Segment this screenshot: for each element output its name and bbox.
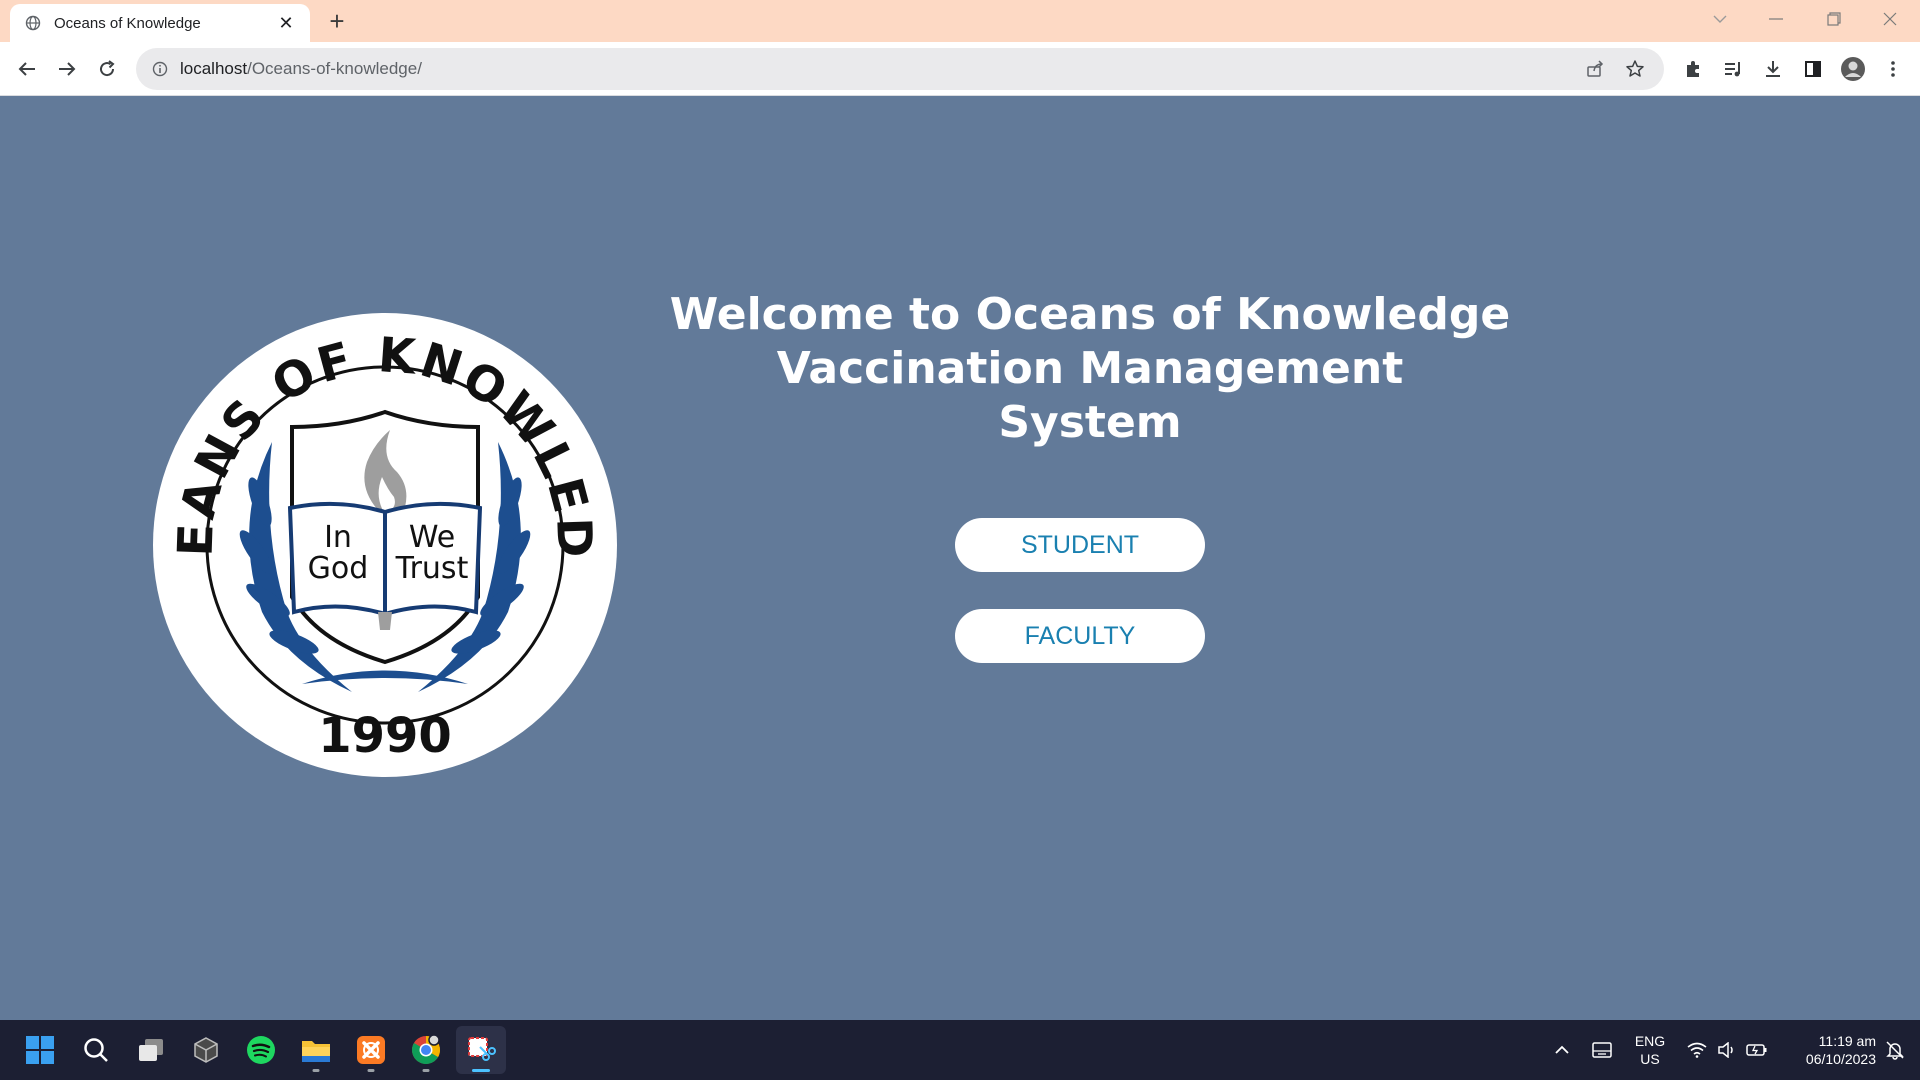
page-body: OCEANS OF KNOWLEDGE In (0, 96, 1920, 1020)
touch-keyboard-icon[interactable] (1586, 1032, 1618, 1068)
seal-year: 1990 (318, 708, 452, 764)
region-code: US (1640, 1051, 1660, 1067)
address-bar[interactable]: localhost/Oceans-of-knowledge/ (136, 48, 1664, 90)
faculty-button[interactable]: FACULTY (955, 609, 1205, 663)
task-view-icon[interactable] (126, 1026, 176, 1074)
clock-date: 06/10/2023 (1805, 1051, 1876, 1067)
chrome-icon[interactable] (401, 1026, 451, 1074)
language-code: ENG (1634, 1033, 1666, 1049)
address-url: localhost/Oceans-of-knowledge/ (180, 59, 1570, 79)
book-text-we: We (409, 520, 455, 555)
clock-time: 11:19 am (1818, 1033, 1876, 1049)
student-button[interactable]: STUDENT (955, 518, 1205, 572)
chevron-up-icon[interactable] (1546, 1032, 1578, 1068)
search-icon[interactable] (71, 1026, 121, 1074)
book-text-trust: Trust (395, 551, 469, 586)
app-cube-icon[interactable] (181, 1026, 231, 1074)
windows-start-icon[interactable] (15, 1026, 65, 1074)
extensions-puzzle-icon[interactable] (1678, 54, 1708, 84)
url-path: /Oceans-of-knowledge/ (247, 59, 422, 78)
close-window-icon[interactable] (1862, 0, 1918, 38)
browser-tab[interactable]: Oceans of Knowledge ✕ (10, 4, 310, 42)
language-indicator[interactable]: ENG US (1628, 1032, 1672, 1068)
volume-icon[interactable] (1712, 1032, 1742, 1068)
forward-arrow-icon[interactable] (52, 54, 82, 84)
site-info-icon[interactable] (150, 59, 170, 79)
page-title: Welcome to Oceans of Knowledge Vaccinati… (640, 288, 1540, 450)
minimize-icon[interactable] (1748, 0, 1804, 38)
running-indicator (312, 1069, 320, 1072)
url-host: localhost (180, 59, 248, 78)
share-icon[interactable] (1580, 54, 1610, 84)
globe-icon (24, 14, 42, 32)
notification-bell-icon[interactable] (1880, 1032, 1910, 1068)
wifi-icon[interactable] (1682, 1032, 1712, 1068)
bookmark-star-icon[interactable] (1620, 54, 1650, 84)
browser-toolbar: localhost/Oceans-of-knowledge/ (0, 42, 1920, 96)
title-line-1: Welcome to Oceans of Knowledge (669, 289, 1511, 340)
tab-title: Oceans of Knowledge (54, 14, 201, 32)
snipping-tool-icon[interactable] (456, 1026, 506, 1074)
back-arrow-icon[interactable] (12, 54, 42, 84)
spotify-icon[interactable] (236, 1026, 286, 1074)
title-line-2: Vaccination Management (776, 343, 1404, 394)
school-seal-logo: OCEANS OF KNOWLEDGE In (152, 312, 617, 777)
book-text-god: God (308, 551, 369, 586)
profile-avatar[interactable] (1838, 54, 1868, 84)
title-line-3: System (998, 397, 1182, 448)
side-panel-icon[interactable] (1798, 54, 1828, 84)
new-tab-button[interactable]: + (322, 6, 352, 36)
download-icon[interactable] (1758, 54, 1788, 84)
restore-icon[interactable] (1806, 0, 1862, 38)
reading-list-icon[interactable] (1718, 54, 1748, 84)
system-clock[interactable]: 11:19 am 06/10/2023 (1778, 1032, 1876, 1068)
windows-taskbar: ENG US 11:19 am 06/10/2023 (0, 1020, 1920, 1080)
running-indicator (367, 1069, 375, 1072)
battery-icon[interactable] (1742, 1032, 1772, 1068)
xampp-icon[interactable] (346, 1026, 396, 1074)
active-indicator (472, 1069, 490, 1072)
running-indicator (422, 1069, 430, 1072)
close-tab-icon[interactable]: ✕ (276, 13, 296, 34)
book-text-in: In (324, 520, 352, 555)
kebab-menu-icon[interactable] (1878, 54, 1908, 84)
tab-search-icon[interactable] (1692, 0, 1748, 38)
file-explorer-icon[interactable] (291, 1026, 341, 1074)
browser-tabstrip: Oceans of Knowledge ✕ + (0, 0, 1920, 42)
reload-icon[interactable] (92, 54, 122, 84)
